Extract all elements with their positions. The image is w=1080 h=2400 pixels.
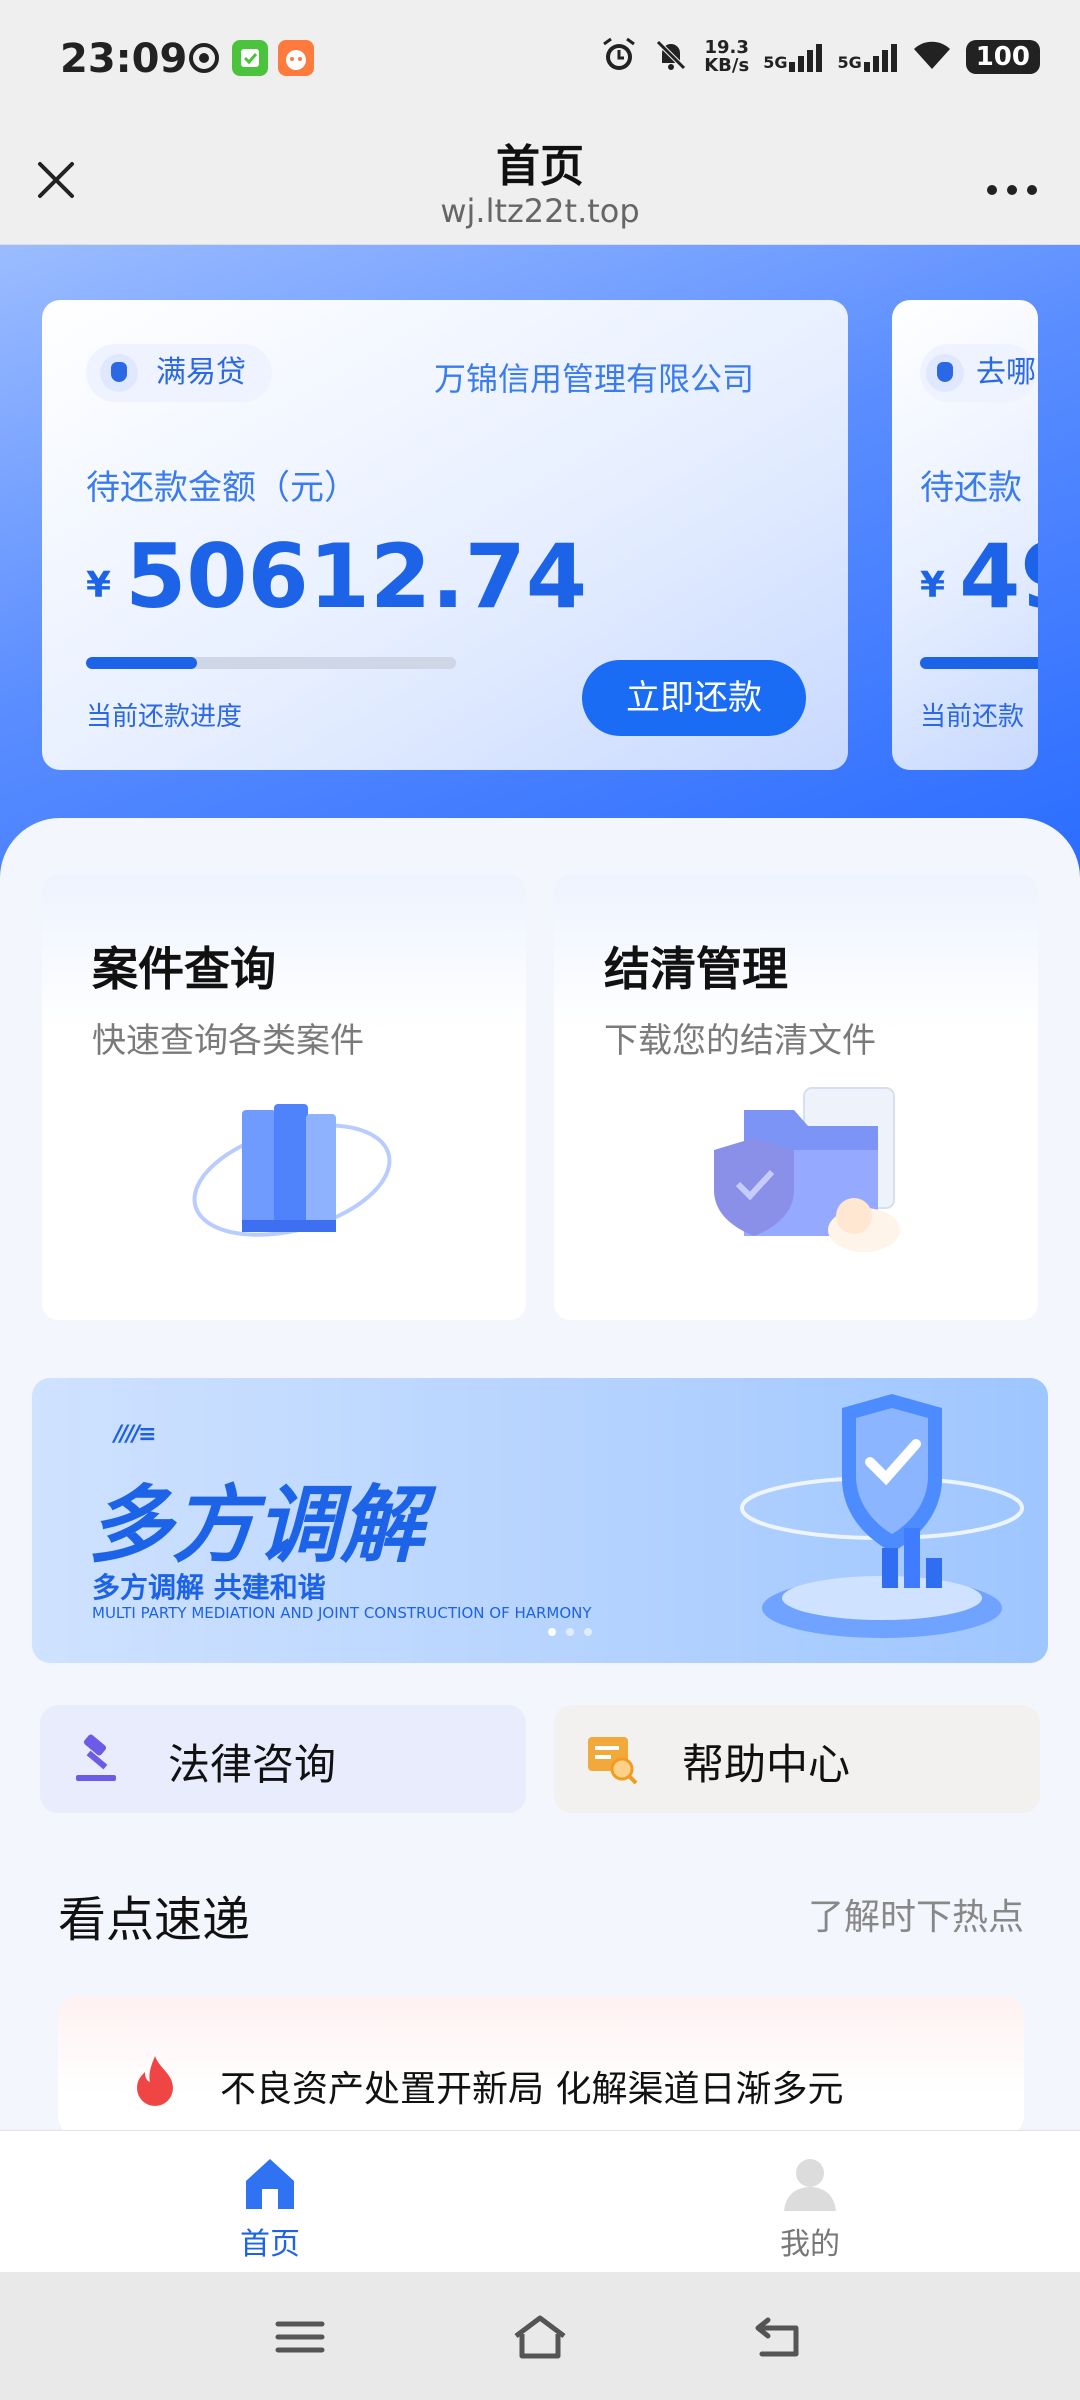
signal-1: 5G <box>763 42 823 72</box>
help-center-button[interactable]: 帮助中心 <box>554 1705 1040 1813</box>
money-bag-icon <box>100 354 138 392</box>
loan-card[interactable]: 满易贷 万锦信用管理有限公司 待还款金额（元） ¥50612.74 当前还款进度… <box>42 300 848 770</box>
nav-label: 我的 <box>780 2227 840 2262</box>
back-icon[interactable] <box>750 2312 810 2362</box>
page-url: wj.ltz22t.top <box>440 192 640 230</box>
banner-english: MULTI PARTY MEDIATION AND JOINT CONSTRUC… <box>92 1604 592 1622</box>
due-amount-label: 待还款金额（元） <box>86 468 358 508</box>
progress-label-next: 当前还款 <box>920 702 1025 732</box>
title-bar: 首页 wj.ltz22t.top <box>0 120 1080 245</box>
tile-title: 案件查询 <box>92 942 276 996</box>
tile-title: 结清管理 <box>604 942 788 996</box>
loan-card-next[interactable]: 去哪 待还款 ¥49 当前还款 <box>892 300 1038 770</box>
news-item[interactable]: 不良资产处置开新局 化解渠道日渐多元 <box>58 1996 1024 2136</box>
gavel-icon <box>70 1731 126 1787</box>
nav-home[interactable]: 首页 <box>170 2153 370 2263</box>
menu-icon[interactable] <box>270 2312 330 2362</box>
quick-link-label: 帮助中心 <box>682 1740 851 1789</box>
settlement-management-tile[interactable]: 结清管理 下载您的结清文件 <box>554 875 1038 1320</box>
lender-chip-next: 去哪 <box>920 344 1036 402</box>
net-speed: 19.3 KB/s <box>704 37 750 76</box>
company-name: 万锦信用管理有限公司 <box>434 360 755 398</box>
repayment-progress-bar <box>86 657 456 669</box>
status-time: 23:09 <box>60 36 188 82</box>
folder-icon <box>694 1080 914 1270</box>
banner-stripes: ////≡ <box>114 1422 157 1447</box>
banner-pagination <box>548 1628 592 1636</box>
tile-subtitle: 下载您的结清文件 <box>604 1021 876 1061</box>
mediation-banner[interactable]: ////≡ 多方调解 多方调解 共建和谐 MULTI PARTY MEDIATI… <box>32 1378 1048 1663</box>
news-section-title: 看点速递 <box>58 1892 251 1948</box>
due-amount: ¥50612.74 <box>86 525 588 628</box>
nav-me[interactable]: 我的 <box>710 2153 910 2263</box>
home-button-icon[interactable] <box>510 2312 570 2362</box>
wifi-icon <box>912 39 952 75</box>
page-title: 首页 <box>496 141 584 192</box>
books-icon <box>182 1080 402 1270</box>
quick-link-label: 法律咨询 <box>168 1740 337 1789</box>
news-more-link[interactable]: 了解时下热点 <box>808 1888 1024 1940</box>
alarm-icon <box>600 36 638 78</box>
help-doc-icon <box>584 1731 640 1787</box>
mute-icon <box>652 36 690 78</box>
progress-label: 当前还款进度 <box>86 702 243 732</box>
app-icon <box>278 40 314 76</box>
banner-subtitle: 多方调解 共建和谐 <box>92 1571 326 1604</box>
user-icon <box>780 2153 840 2213</box>
tile-subtitle: 快速查询各类案件 <box>92 1021 364 1061</box>
sync-icon <box>186 40 222 76</box>
nav-label: 首页 <box>240 2227 300 2262</box>
pagination-dot[interactable] <box>584 1628 592 1636</box>
wechat-icon <box>232 40 268 76</box>
repayment-progress-bar-next <box>920 657 1038 669</box>
money-bag-icon <box>926 354 964 392</box>
banner-title: 多方调解 <box>88 1476 425 1574</box>
home-icon <box>240 2153 300 2213</box>
pagination-dot[interactable] <box>548 1628 556 1636</box>
system-nav-bar <box>0 2272 1080 2400</box>
lender-chip: 满易贷 <box>86 344 272 402</box>
more-options-icon[interactable] <box>984 160 1040 211</box>
bottom-nav: 首页 我的 <box>0 2130 1080 2272</box>
repay-now-button[interactable]: 立即还款 <box>582 660 806 736</box>
legal-consultation-button[interactable]: 法律咨询 <box>40 1705 526 1813</box>
pagination-dot[interactable] <box>566 1628 574 1636</box>
progress-fill <box>86 657 197 669</box>
news-item-text: 不良资产处置开新局 化解渠道日渐多元 <box>220 2069 844 2110</box>
due-amount-label-next: 待还款 <box>920 468 1022 508</box>
due-amount-next: ¥49 <box>920 525 1038 628</box>
signal-2: 5G <box>837 42 897 72</box>
status-bar: 23:09 19.3 KB/s 5G 5G 100 <box>0 0 1080 120</box>
case-query-tile[interactable]: 案件查询 快速查询各类案件 <box>42 875 526 1320</box>
fire-icon <box>130 2054 180 2110</box>
shield-icon <box>732 1388 1032 1658</box>
battery-indicator: 100 <box>965 40 1040 74</box>
